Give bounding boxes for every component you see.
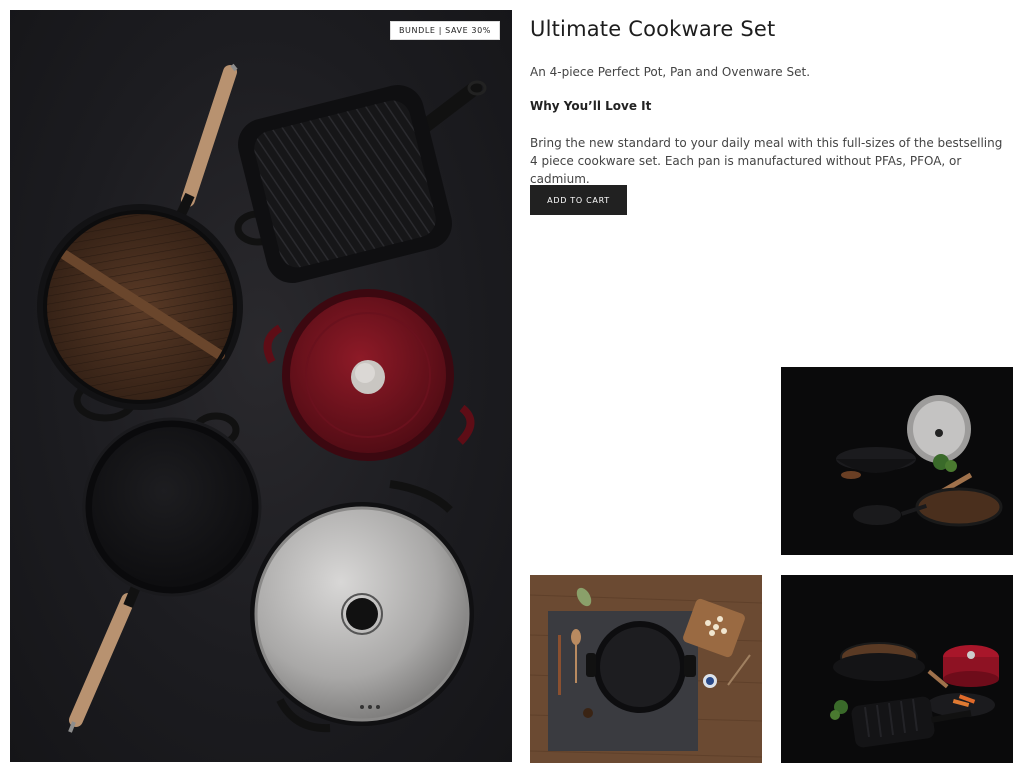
product-title: Ultimate Cookware Set [530, 17, 776, 41]
cookware-set-photo [781, 367, 1013, 555]
cookware-with-dutch-oven-photo [781, 575, 1013, 763]
bundle-badge: BUNDLE | SAVE 30% [389, 21, 500, 40]
hero-product-image[interactable]: BUNDLE | SAVE 30% [10, 10, 512, 762]
product-description: Bring the new standard to your daily mea… [530, 136, 1003, 186]
thumbnail-image-3[interactable] [781, 575, 1013, 763]
add-to-cart-button[interactable]: ADD TO CART [530, 185, 627, 215]
black-frying-pan [68, 412, 262, 733]
thumbnail-image-2[interactable] [530, 575, 762, 763]
red-dutch-oven [263, 289, 475, 461]
thumbnail-image-1[interactable] [781, 367, 1013, 555]
product-subtitle: An 4-piece Perfect Pot, Pan and Ovenware… [530, 65, 811, 79]
wok-wooden-lid [37, 63, 243, 422]
wok-on-table-photo [530, 575, 762, 763]
cookware-flatlay-illustration [37, 63, 487, 733]
grill-pan [234, 80, 487, 283]
steel-lid-pot [250, 480, 474, 733]
why-heading: Why You’ll Love It [530, 99, 652, 113]
